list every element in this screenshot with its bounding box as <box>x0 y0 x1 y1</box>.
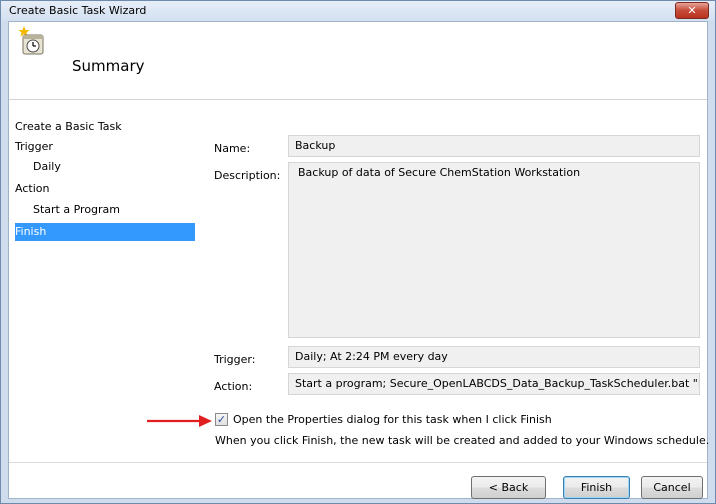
step-trigger[interactable]: Trigger <box>15 138 195 156</box>
wizard-header: Summary <box>9 22 707 99</box>
back-button[interactable]: < Back <box>471 476 546 499</box>
trigger-value: Daily; At 2:24 PM every day <box>288 346 700 368</box>
close-button[interactable]: ✕ <box>675 2 709 19</box>
finish-info-text: When you click Finish, the new task will… <box>215 434 710 447</box>
step-finish[interactable]: Finish <box>15 223 195 241</box>
title-bar[interactable]: Create Basic Task Wizard ✕ <box>1 1 715 21</box>
open-properties-checkbox[interactable]: ✓ <box>215 413 228 426</box>
button-divider <box>9 462 707 463</box>
description-label: Description: <box>214 169 281 182</box>
action-value: Start a program; Secure_OpenLABCDS_Data_… <box>288 373 700 395</box>
page-title: Summary <box>72 57 145 75</box>
wizard-window: Create Basic Task Wizard ✕ Summary Creat… <box>0 0 716 504</box>
annotation-arrow-icon <box>147 415 212 427</box>
description-value: Backup of data of Secure ChemStation Wor… <box>288 162 700 338</box>
task-scheduler-icon <box>18 26 44 55</box>
check-icon: ✓ <box>216 413 227 426</box>
close-icon: ✕ <box>687 4 697 17</box>
name-value: Backup <box>288 135 700 157</box>
action-label: Action: <box>214 380 253 393</box>
finish-button[interactable]: Finish <box>563 476 630 499</box>
step-create-basic-task[interactable]: Create a Basic Task <box>15 118 195 136</box>
open-properties-label[interactable]: Open the Properties dialog for this task… <box>233 413 552 426</box>
trigger-label: Trigger: <box>214 353 256 366</box>
window-title: Create Basic Task Wizard <box>9 4 147 17</box>
wizard-client: Summary Create a Basic Task Trigger Dail… <box>8 21 710 499</box>
step-start-a-program[interactable]: Start a Program <box>33 201 195 219</box>
cancel-button[interactable]: Cancel <box>641 476 703 499</box>
step-daily[interactable]: Daily <box>33 158 195 176</box>
step-action[interactable]: Action <box>15 180 195 198</box>
name-label: Name: <box>214 142 251 155</box>
header-divider <box>9 99 707 100</box>
